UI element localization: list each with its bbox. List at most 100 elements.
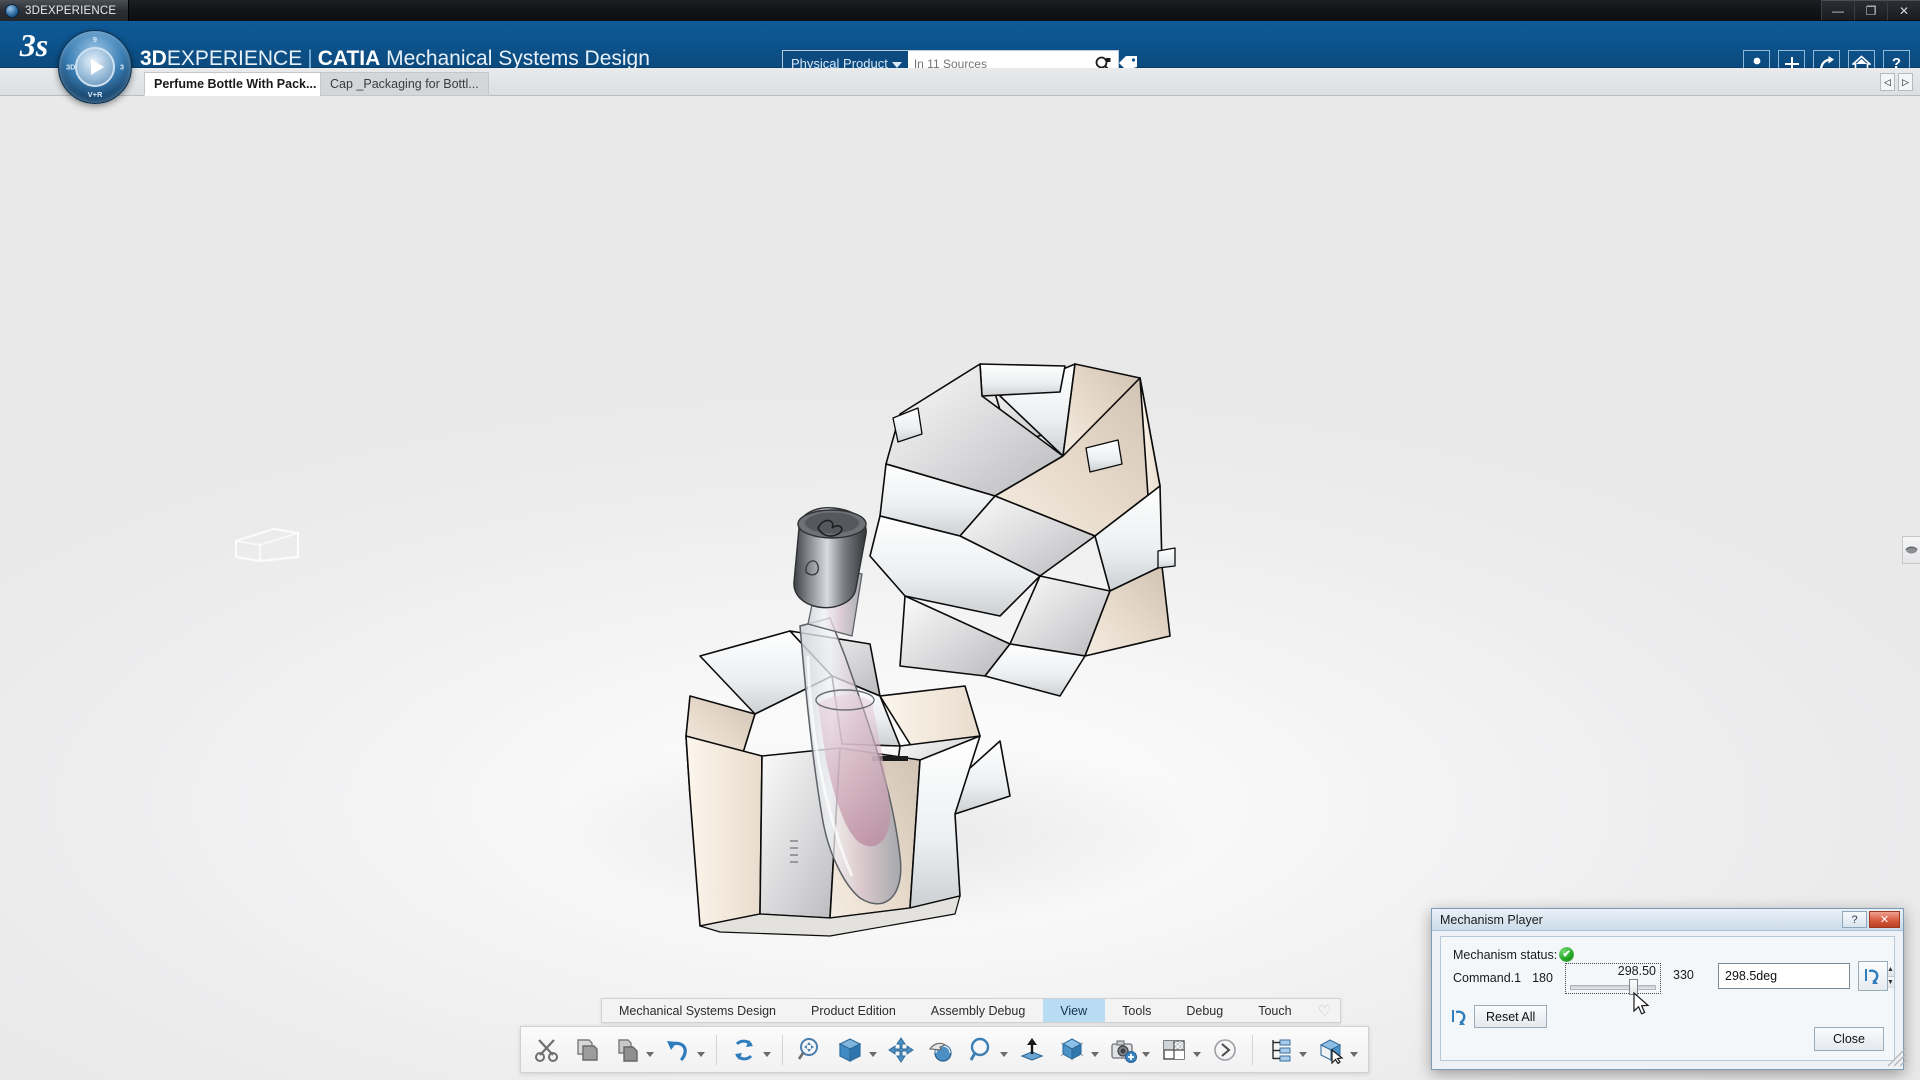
dialog-titlebar[interactable]: Mechanism Player ? ✕	[1432, 909, 1903, 931]
chevron-right-icon[interactable]: ▷	[1898, 73, 1913, 91]
tab-debug[interactable]: Debug	[1169, 999, 1241, 1022]
brand-header: 3s 9 3D 3 V+R 3DEXPERIENCE | CATIA Mechani…	[0, 21, 1920, 104]
chevron-down-icon[interactable]	[1142, 1051, 1150, 1057]
magnifier-icon	[965, 1034, 997, 1066]
close-window-button[interactable]: ✕	[1887, 0, 1920, 20]
command-row: Command.1 180	[1453, 971, 1553, 985]
fit-all-in-button[interactable]	[790, 1027, 830, 1072]
command-max-value: 330	[1673, 968, 1694, 982]
application-window: 3DEXPERIENCE — ❐ ✕ 3s 9 3D 3 V+R 3DEXPER…	[0, 0, 1920, 1080]
reset-all-button[interactable]: Reset All	[1474, 1005, 1548, 1028]
cube-cursor-icon	[1315, 1034, 1347, 1066]
chevron-down-icon[interactable]	[763, 1051, 771, 1057]
dialog-title: Mechanism Player	[1440, 912, 1543, 927]
paste-button[interactable]	[607, 1027, 658, 1072]
compass-label-south: V+R	[87, 90, 103, 99]
copy-button[interactable]	[567, 1027, 607, 1072]
iso-cube-icon	[834, 1034, 866, 1066]
resize-grip-icon[interactable]	[1884, 1044, 1910, 1070]
chevron-down-icon[interactable]	[1091, 1051, 1099, 1057]
scissors-icon	[531, 1034, 563, 1066]
shaded-cube-icon	[1056, 1034, 1088, 1066]
taskbar-app-label: 3DEXPERIENCE	[25, 4, 117, 17]
chevron-down-icon[interactable]	[1000, 1051, 1008, 1057]
title-experience: EXPERIENCE	[166, 47, 303, 70]
toolbar-divider	[716, 1034, 717, 1065]
title-catia: CATIA	[317, 47, 381, 70]
minimize-button[interactable]: —	[1821, 0, 1854, 20]
play-triangle-icon	[90, 59, 104, 75]
mouse-pointer	[1633, 992, 1650, 1015]
title-separator: |	[307, 47, 313, 70]
command-slider[interactable]: 298.50	[1565, 963, 1661, 995]
chevron-down-icon[interactable]	[697, 1051, 705, 1057]
refresh-cycle-icon	[728, 1034, 760, 1066]
restore-button[interactable]: ❐	[1854, 0, 1887, 20]
stepper-down-icon[interactable]: ▼	[1887, 975, 1894, 988]
capture-button[interactable]	[1103, 1027, 1154, 1072]
zoom-button[interactable]	[961, 1027, 1012, 1072]
compass-play-button[interactable]	[75, 47, 115, 87]
normal-view-button[interactable]	[1012, 1027, 1052, 1072]
document-tabstrip: Perfume Bottle With Pack... ✕ Cap _Packa…	[0, 68, 1920, 96]
chevron-down-icon[interactable]	[869, 1051, 877, 1057]
normal-view-icon	[1016, 1034, 1048, 1066]
grid-background-button[interactable]	[1154, 1027, 1205, 1072]
document-tab-perfume-bottle[interactable]: Perfume Bottle With Pack... ✕	[144, 72, 346, 96]
paste-icon	[611, 1034, 643, 1066]
chevron-down-icon[interactable]	[646, 1051, 654, 1057]
3ds-logo-icon	[5, 3, 19, 18]
document-tab-label: Cap _Packaging for Bottl...	[330, 77, 479, 91]
window-controls: — ❐ ✕	[1821, 0, 1920, 21]
update-button[interactable]	[724, 1027, 775, 1072]
render-style-button[interactable]	[1052, 1027, 1103, 1072]
mechanism-player-dialog[interactable]: Mechanism Player ? ✕ Mechanism status: ✔…	[1431, 908, 1904, 1070]
3ds-brand-logo-icon[interactable]: 3s	[10, 25, 58, 65]
reset-all-row: Reset All	[1451, 1005, 1548, 1028]
pan-button[interactable]	[881, 1027, 921, 1072]
selection-mode-button[interactable]	[1311, 1027, 1362, 1072]
green-check-icon: ✔	[1559, 947, 1575, 962]
compass-label-east: 3	[119, 62, 124, 72]
dialog-close-action-button[interactable]: Close	[1814, 1027, 1884, 1051]
panel-toggle-icon[interactable]	[1902, 536, 1920, 564]
slider-track[interactable]	[1570, 985, 1656, 990]
dialog-help-button[interactable]: ?	[1842, 911, 1867, 928]
tabstrip-nav: ◁ ▷	[1880, 73, 1913, 91]
pan-move-icon	[885, 1034, 917, 1066]
tab-mechanical-systems-design[interactable]: Mechanical Systems Design	[602, 999, 794, 1022]
checker-grid-icon	[1158, 1034, 1190, 1066]
chevron-down-icon[interactable]	[1193, 1051, 1201, 1057]
isometric-view-button[interactable]	[830, 1027, 881, 1072]
tree-display-button[interactable]	[1260, 1027, 1311, 1072]
stepper-up-icon[interactable]: ▲	[1887, 964, 1894, 976]
dialog-body: Mechanism status: ✔ Command.1 180 298.50…	[1440, 936, 1895, 1061]
more-commands-button[interactable]	[1205, 1027, 1245, 1072]
reset-all-icon[interactable]	[1451, 1008, 1469, 1026]
heart-icon[interactable]: ♡	[1310, 999, 1340, 1022]
document-tab-cap-packaging[interactable]: Cap _Packaging for Bottl...	[320, 72, 489, 96]
chevron-left-icon[interactable]: ◁	[1880, 73, 1895, 91]
command-value-stepper[interactable]: ▲ ▼	[1718, 963, 1894, 989]
zoom-fit-icon	[794, 1034, 826, 1066]
tab-view[interactable]: View	[1043, 999, 1106, 1022]
tab-product-edition[interactable]: Product Edition	[794, 999, 914, 1022]
tab-tools[interactable]: Tools	[1105, 999, 1169, 1022]
chevron-down-icon	[891, 61, 902, 68]
undo-button[interactable]	[658, 1027, 709, 1072]
rotate-button[interactable]	[921, 1027, 961, 1072]
compass-label-north: 9	[92, 35, 98, 44]
command-slider-value: 298.50	[1617, 964, 1656, 978]
chevron-down-icon[interactable]	[1299, 1051, 1307, 1057]
cut-button[interactable]	[527, 1027, 567, 1072]
tab-assembly-debug[interactable]: Assembly Debug	[914, 999, 1044, 1022]
reset-command-button[interactable]	[1858, 961, 1888, 991]
dialog-close-button[interactable]: ✕	[1869, 911, 1900, 928]
tab-touch[interactable]: Touch	[1241, 999, 1309, 1022]
chevron-down-icon[interactable]	[1350, 1051, 1358, 1057]
taskbar-app-entry[interactable]: 3DEXPERIENCE	[0, 0, 130, 21]
reset-command-icon	[1865, 969, 1879, 984]
3dexperience-compass-icon[interactable]: 9 3D 3 V+R	[58, 30, 132, 104]
action-bar	[520, 1026, 1369, 1073]
tree-hierarchy-icon	[1264, 1034, 1296, 1066]
